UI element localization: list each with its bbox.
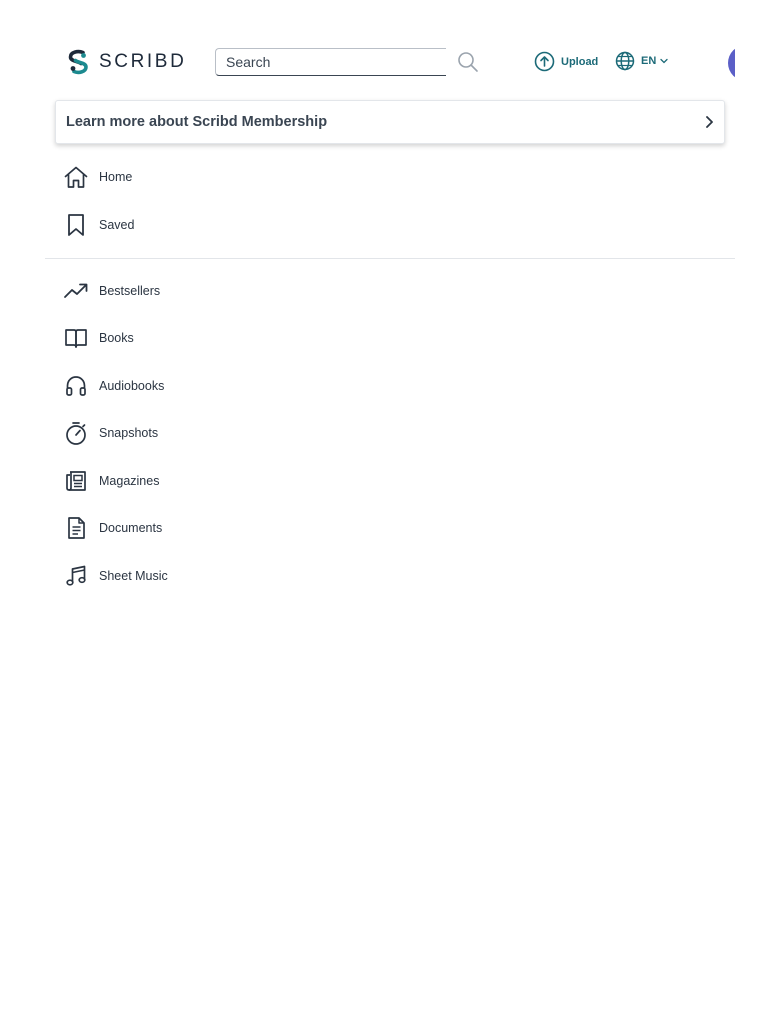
upload-button[interactable]: Upload bbox=[534, 51, 598, 72]
nav-item-sheet-music[interactable]: Sheet Music bbox=[62, 561, 168, 591]
nav-item-label: Sheet Music bbox=[99, 569, 168, 583]
page: SCRIBD Upload bbox=[0, 0, 768, 1024]
search-button[interactable] bbox=[456, 51, 480, 73]
document-icon bbox=[62, 514, 90, 542]
upload-label: Upload bbox=[561, 55, 599, 68]
nav-item-label: Saved bbox=[99, 218, 135, 232]
nav-item-label: Magazines bbox=[99, 474, 160, 488]
scribd-logo-icon bbox=[68, 49, 88, 75]
nav-item-home[interactable]: Home bbox=[62, 162, 132, 192]
chevron-down-icon bbox=[660, 58, 668, 64]
headphones-icon bbox=[62, 372, 90, 400]
magazine-icon bbox=[62, 467, 90, 495]
stopwatch-icon bbox=[62, 419, 90, 447]
language-selector[interactable]: EN bbox=[615, 51, 668, 71]
language-label: EN bbox=[641, 55, 657, 67]
home-icon bbox=[62, 163, 90, 191]
membership-banner[interactable]: Learn more about Scribd Membership bbox=[55, 100, 725, 144]
music-note-icon bbox=[62, 562, 90, 590]
bookmark-icon bbox=[62, 211, 90, 239]
search-input[interactable] bbox=[216, 49, 446, 75]
nav-item-label: Snapshots bbox=[99, 426, 159, 440]
membership-banner-label: Learn more about Scribd Membership bbox=[66, 114, 328, 130]
nav-item-label: Books bbox=[99, 331, 134, 345]
nav-item-audiobooks[interactable]: Audiobooks bbox=[62, 371, 164, 401]
top-header: SCRIBD Upload bbox=[0, 40, 768, 86]
nav-divider bbox=[45, 258, 735, 259]
scribd-logo[interactable]: SCRIBD bbox=[66, 49, 186, 75]
nav-item-label: Documents bbox=[99, 521, 163, 535]
nav-item-label: Audiobooks bbox=[99, 379, 165, 393]
logo-wordmark: SCRIBD bbox=[99, 51, 187, 72]
book-icon bbox=[62, 324, 90, 352]
upload-icon bbox=[534, 51, 555, 72]
chevron-right-icon bbox=[706, 116, 713, 128]
nav-item-magazines[interactable]: Magazines bbox=[62, 466, 159, 496]
nav-item-documents[interactable]: Documents bbox=[62, 513, 162, 543]
nav-item-bestsellers[interactable]: Bestsellers bbox=[62, 276, 160, 306]
nav-item-saved[interactable]: Saved bbox=[62, 210, 134, 240]
header-edge-mask bbox=[735, 0, 768, 100]
nav-item-label: Home bbox=[99, 170, 133, 184]
trending-up-icon bbox=[62, 277, 90, 305]
nav-item-label: Bestsellers bbox=[99, 284, 161, 298]
search-icon bbox=[458, 52, 478, 72]
nav-item-snapshots[interactable]: Snapshots bbox=[62, 418, 158, 448]
search-field[interactable] bbox=[215, 48, 446, 76]
nav-item-books[interactable]: Books bbox=[62, 323, 134, 353]
globe-icon bbox=[615, 51, 635, 71]
